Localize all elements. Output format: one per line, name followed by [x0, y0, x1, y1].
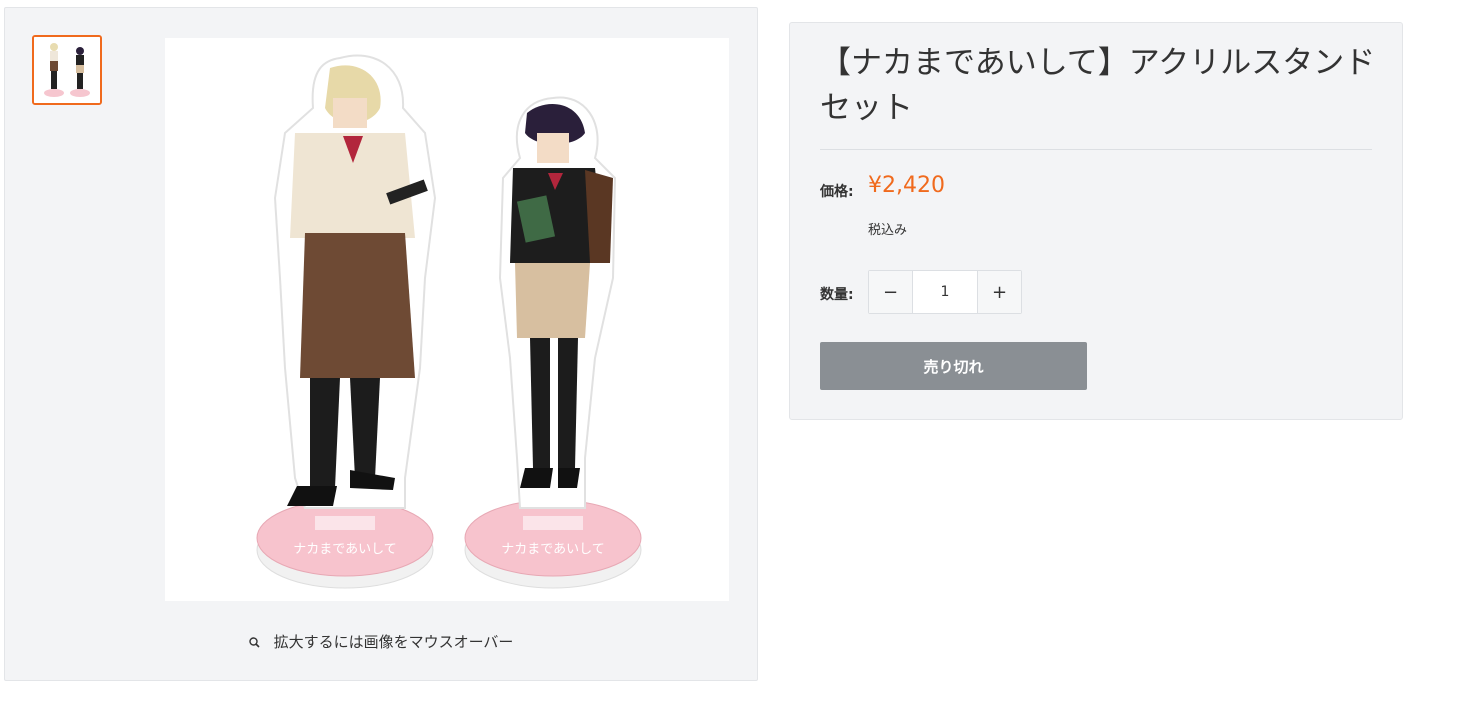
product-price: ¥2,420	[868, 173, 945, 198]
product-title: 【ナカまであいして】アクリルスタンドセット	[820, 45, 1376, 126]
quantity-label: 数量:	[820, 287, 854, 303]
quantity-stepper: − +	[868, 270, 1022, 314]
product-gallery: ナカまであいして ナカまであいして 拡大するには画像をマウスオーバー	[4, 7, 758, 681]
left-base-text: ナカまであいして	[293, 542, 396, 557]
zoom-hint: 拡大するには画像をマウスオーバー	[5, 631, 757, 652]
thumbnail-image	[34, 37, 100, 103]
quantity-increase-button[interactable]: +	[978, 271, 1021, 313]
product-thumbnail[interactable]	[32, 35, 102, 105]
tax-note: 税込み	[868, 223, 908, 238]
right-base-text: ナカまであいして	[501, 542, 604, 557]
search-icon	[248, 637, 260, 648]
zoom-hint-text: 拡大するには画像をマウスオーバー	[273, 633, 514, 651]
title-divider	[820, 149, 1372, 150]
product-info-panel: 【ナカまであいして】アクリルスタンドセット 価格: ¥2,420 税込み 数量:…	[789, 22, 1403, 420]
acrylic-stand-image: ナカまであいして ナカまであいして	[165, 38, 729, 601]
quantity-input[interactable]	[912, 271, 978, 313]
product-main-image[interactable]: ナカまであいして ナカまであいして	[165, 38, 729, 601]
quantity-decrease-button[interactable]: −	[869, 271, 912, 313]
soldout-button[interactable]: 売り切れ	[820, 342, 1087, 390]
left-character	[273, 54, 437, 509]
price-label: 価格:	[820, 184, 854, 200]
